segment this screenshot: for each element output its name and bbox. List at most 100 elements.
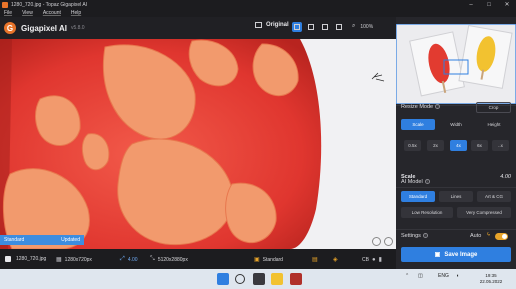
auto-label: Auto [470, 233, 482, 239]
single-view-icon [294, 24, 300, 30]
input-size: 1280x720px [64, 256, 92, 263]
preview-image [0, 39, 396, 249]
tab-width[interactable]: Width [439, 119, 473, 130]
reset-view-button[interactable] [384, 237, 393, 246]
tab-scale[interactable]: Scale [401, 119, 435, 130]
original-toggle[interactable]: Original [255, 22, 289, 28]
output-size-icon: ⤡ [150, 256, 155, 262]
model-low-resolution[interactable]: Low Resolution [401, 207, 453, 218]
split-view-icon [308, 24, 314, 30]
windows-taskbar: ⌃ ◫ ENG ◖ 19:35 22.05.2022 [0, 269, 516, 289]
single-view-button[interactable] [292, 22, 302, 32]
help-icon[interactable]: ? [424, 179, 430, 184]
cb-label: CB [362, 256, 369, 263]
search-icon: ⌕ [352, 23, 356, 29]
zoom-value: 100% [360, 23, 374, 30]
grid-view-icon [336, 24, 342, 30]
compare-button[interactable] [372, 237, 381, 246]
model-readout: Standard [262, 256, 283, 263]
window-title: 1280_720.jpg - Topaz Gigapixel AI [11, 1, 88, 8]
very-compressed-label: Very Compressed [466, 210, 502, 215]
gigapixel-taskbar-icon[interactable] [290, 273, 302, 285]
preview-controls [369, 237, 393, 246]
scale-value[interactable]: 4.00 [500, 174, 511, 180]
menu-help[interactable]: Help [71, 10, 81, 16]
scale-option-4x[interactable]: 4x [450, 140, 467, 151]
tab-height-label: Height [487, 122, 501, 127]
scale-option-custom[interactable]: ..x [492, 140, 509, 151]
save-icon: ▣ [434, 252, 441, 258]
menu-bar: File View Account Help [0, 9, 516, 17]
split-view-button[interactable] [306, 22, 316, 32]
thumbnail-image [396, 24, 516, 104]
help-icon[interactable]: ? [435, 104, 441, 109]
gigapixel-logo: G [4, 22, 16, 34]
model-icon: ▣ [254, 257, 260, 263]
ai-model-title: AI Model? [401, 179, 430, 185]
auto-toggle[interactable] [495, 233, 508, 240]
settings-panel: Resize Mode? Crop Scale Width Height 0.5… [396, 17, 516, 269]
side-by-side-button[interactable] [320, 22, 330, 32]
network-icon[interactable]: ◫ [418, 273, 423, 279]
image-preview[interactable] [0, 39, 396, 249]
low-resolution-label: Low Resolution [411, 210, 443, 215]
model-art-cg-label: Art & CG [484, 194, 503, 199]
model-art-cg[interactable]: Art & CG [477, 191, 511, 202]
file-explorer-icon[interactable] [271, 273, 283, 285]
navigator-thumbnail[interactable] [396, 24, 516, 104]
image-icon [255, 22, 262, 28]
search-icon[interactable] [235, 274, 245, 284]
file-info-bar: 1280_720.jpg ▦ 1280x720px ⤢ 4.00 ⤡ 5120x… [0, 249, 396, 269]
scale-option-label: 2x [433, 143, 438, 148]
crop-button[interactable]: Crop [476, 102, 511, 113]
side-by-side-icon [322, 24, 328, 30]
close-button[interactable]: ✕ [498, 0, 516, 9]
maximize-button[interactable]: □ [480, 0, 498, 9]
resize-mode-title: Resize Mode? [401, 104, 441, 110]
filename: 1280_720.jpg [16, 256, 47, 262]
windows-start-icon[interactable] [217, 273, 229, 285]
ai-model-label: AI Model [401, 179, 423, 185]
app-version: v5.8.0 [70, 25, 85, 31]
tab-scale-label: Scale [412, 122, 424, 127]
scale-option-label: ..x [498, 143, 503, 148]
scale-option-label: 4x [456, 143, 461, 148]
model-very-compressed[interactable]: Very Compressed [457, 207, 511, 218]
app-name: Gigapixel AI [21, 23, 67, 33]
scale-option-6x[interactable]: 6x [471, 140, 488, 151]
menu-account[interactable]: Account [43, 10, 61, 16]
right-tools: ◈ [333, 256, 341, 263]
model-item: ▣ Standard [254, 256, 283, 264]
help-icon[interactable]: ? [422, 233, 428, 238]
face-item: ▤ [312, 256, 321, 263]
preview-mode-label: Standard [4, 237, 25, 243]
scale-option-2x[interactable]: 2x [427, 140, 444, 151]
title-bar: 1280_720.jpg - Topaz Gigapixel AI – □ ✕ [0, 0, 516, 9]
scale-item: ⤢ 4.00 [120, 256, 138, 263]
select-file-checkbox[interactable] [5, 256, 11, 262]
tray-arrow-icon[interactable]: ⌃ [405, 273, 409, 279]
user-icon[interactable]: ● [372, 257, 376, 263]
zoom-control[interactable]: ⌕ 100% [352, 23, 373, 30]
scale-option-0-5x[interactable]: 0.5x [404, 140, 421, 151]
volume-icon[interactable]: ◖ [456, 273, 459, 279]
language-indicator[interactable]: ENG [438, 273, 449, 279]
bolt-icon: ◈ [333, 257, 338, 263]
output-size: 5120x2880px [157, 256, 188, 263]
system-clock[interactable]: 19:35 22.05.2022 [471, 273, 511, 285]
delete-icon[interactable]: ▮ [379, 256, 382, 263]
grid-view-button[interactable] [334, 22, 344, 32]
original-label: Original [266, 22, 289, 28]
scale-readout: 4.00 [127, 256, 138, 263]
output-size-item: ⤡ 5120x2880px [150, 256, 188, 263]
model-lines[interactable]: Lines [439, 191, 473, 202]
filename-item: 1280_720.jpg [16, 256, 46, 262]
divider [396, 229, 516, 230]
menu-view[interactable]: View [22, 10, 33, 16]
save-image-button[interactable]: ▣ Save Image [401, 247, 511, 262]
minimize-button[interactable]: – [462, 0, 480, 9]
task-view-icon[interactable] [253, 273, 265, 285]
menu-file[interactable]: File [4, 10, 12, 16]
tab-height[interactable]: Height [477, 119, 511, 130]
model-standard[interactable]: Standard [401, 191, 435, 202]
